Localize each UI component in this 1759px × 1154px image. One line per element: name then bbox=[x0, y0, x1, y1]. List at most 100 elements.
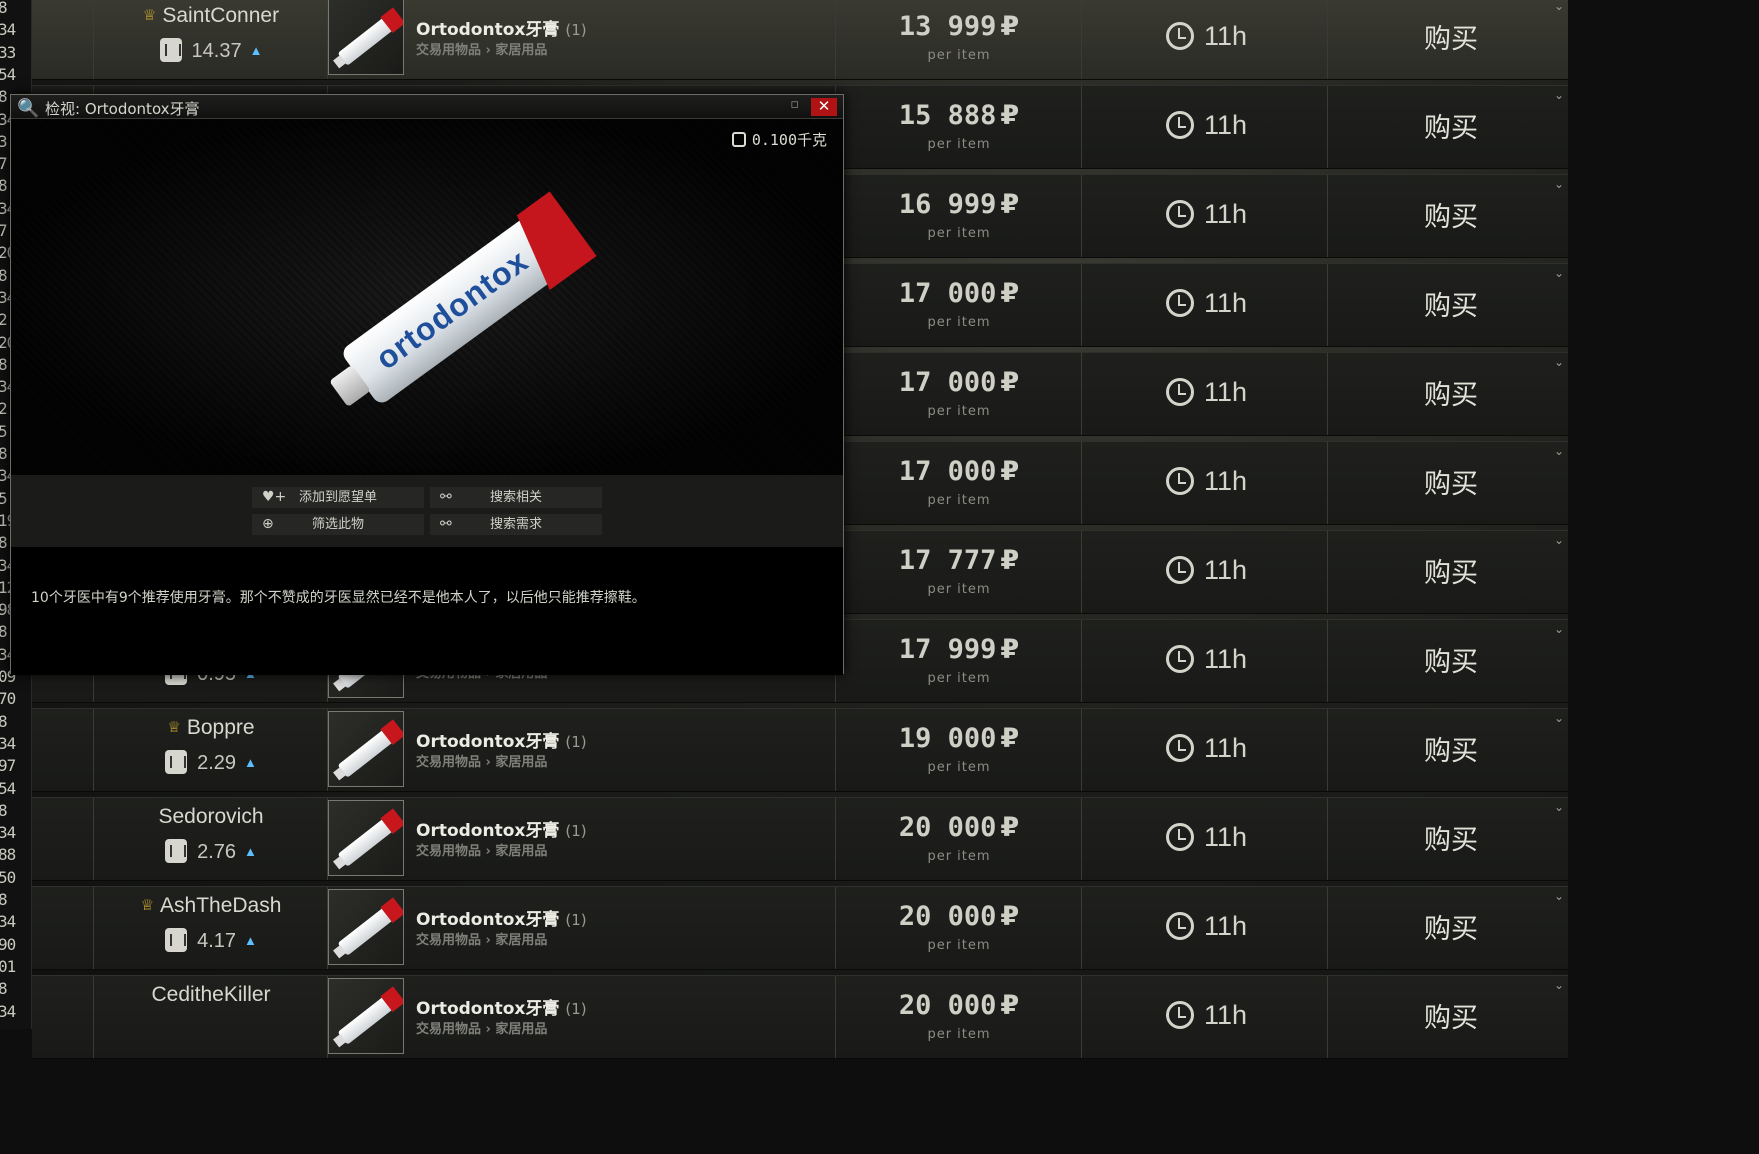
time-cell: 11h bbox=[1082, 531, 1328, 613]
item-preview[interactable]: 0.100千克 ortodontox bbox=[11, 119, 843, 475]
offer-row[interactable]: CeditheKiller Ortodontox牙膏 (1) 交易用物品 › 家居用品… bbox=[32, 975, 1568, 1059]
buy-cell[interactable]: 购买 ⌄ bbox=[1328, 531, 1568, 613]
close-button[interactable]: ✕ bbox=[811, 98, 837, 116]
per-item-label: per item bbox=[927, 582, 991, 597]
buy-button[interactable]: 购买 bbox=[1328, 818, 1574, 857]
item-name[interactable]: Ortodontox牙膏 (1) bbox=[416, 994, 587, 1019]
chevron-down-icon[interactable]: ⌄ bbox=[1554, 88, 1564, 102]
item-thumbnail[interactable] bbox=[328, 800, 404, 876]
buy-button[interactable]: 购买 bbox=[1328, 996, 1574, 1035]
chevron-down-icon[interactable]: ⌄ bbox=[1554, 177, 1564, 191]
buy-cell[interactable]: 购买 ⌄ bbox=[1328, 175, 1568, 257]
price: 20 000 ₽ bbox=[836, 990, 1082, 1021]
chevron-down-icon[interactable]: ⌄ bbox=[1554, 355, 1564, 369]
buy-cell[interactable]: 购买 ⌄ bbox=[1328, 887, 1568, 969]
buy-cell[interactable]: 购买 ⌄ bbox=[1328, 353, 1568, 435]
item-quantity: (1) bbox=[565, 21, 587, 39]
item-cell[interactable]: Ortodontox牙膏 (1) 交易用物品 › 家居用品 bbox=[328, 0, 836, 79]
seller-name[interactable]: ♕ Boppre bbox=[94, 716, 328, 740]
item-name[interactable]: Ortodontox牙膏 (1) bbox=[416, 816, 587, 841]
left-number: 8 bbox=[0, 800, 8, 820]
clock-icon bbox=[1166, 734, 1194, 762]
add-to-wishlist-button[interactable]: ♥+ 添加到愿望单 bbox=[252, 487, 424, 508]
seller-cell[interactable]: ♕ AshTheDash 4.17 ▲ bbox=[94, 887, 328, 969]
buy-button[interactable]: 购买 bbox=[1328, 373, 1574, 412]
item-name[interactable]: Ortodontox牙膏 (1) bbox=[416, 905, 587, 930]
clock-icon bbox=[1166, 378, 1194, 406]
search-required-button[interactable]: ⚯ 搜索需求 bbox=[430, 514, 602, 535]
buy-cell[interactable]: 购买 ⌄ bbox=[1328, 709, 1568, 791]
seller-name[interactable]: CeditheKiller bbox=[94, 983, 328, 1007]
inspect-title-bar[interactable]: 🔍 检视: Ortodontox牙膏 ▫ ✕ bbox=[11, 95, 843, 119]
buy-cell[interactable]: 购买 ⌄ bbox=[1328, 264, 1568, 346]
left-number: 54 bbox=[0, 64, 16, 84]
buy-cell[interactable]: 购买 ⌄ bbox=[1328, 0, 1568, 79]
buy-button[interactable]: 购买 bbox=[1328, 907, 1574, 946]
chevron-down-icon[interactable]: ⌄ bbox=[1554, 889, 1564, 903]
clock-icon bbox=[1166, 200, 1194, 228]
buy-button[interactable]: 购买 bbox=[1328, 462, 1574, 501]
row-spacer bbox=[32, 0, 94, 79]
seller-name[interactable]: ♕ AshTheDash bbox=[94, 894, 328, 918]
time-value: 11h bbox=[1204, 288, 1248, 318]
seller-name[interactable]: Sedorovich bbox=[94, 805, 328, 829]
item-name[interactable]: Ortodontox牙膏 (1) bbox=[416, 15, 587, 40]
weight-icon bbox=[731, 132, 746, 147]
item-cell[interactable]: Ortodontox牙膏 (1) 交易用物品 › 家居用品 bbox=[328, 976, 836, 1058]
item-thumbnail[interactable] bbox=[328, 711, 404, 787]
search-related-button[interactable]: ⚯ 搜索相关 bbox=[430, 487, 602, 508]
rating-value: 2.76 bbox=[197, 841, 237, 863]
item-cell[interactable]: Ortodontox牙膏 (1) 交易用物品 › 家居用品 bbox=[328, 887, 836, 969]
offer-row[interactable]: Sedorovich 2.76 ▲ Ortodontox牙膏 (1) 交易用物品 › 家居… bbox=[32, 797, 1568, 881]
item-name[interactable]: Ortodontox牙膏 (1) bbox=[416, 727, 587, 752]
buy-cell[interactable]: 购买 ⌄ bbox=[1328, 976, 1568, 1058]
minimize-button[interactable]: ▫ bbox=[790, 97, 799, 112]
filter-item-button[interactable]: ⊕ 筛选此物 bbox=[252, 514, 424, 535]
offer-row[interactable]: ♕ AshTheDash 4.17 ▲ Ortodontox牙膏 (1) 交易用物品 › 家… bbox=[32, 886, 1568, 970]
offer-row[interactable]: ♕ SaintConner 14.37 ▲ Ortodontox牙膏 (1) 交易用物品 ›… bbox=[32, 0, 1568, 80]
seller-cell[interactable]: ♕ Boppre 2.29 ▲ bbox=[94, 709, 328, 791]
magnifier-icon: 🔍 bbox=[17, 98, 40, 119]
chevron-down-icon[interactable]: ⌄ bbox=[1554, 622, 1564, 636]
item-thumbnail[interactable] bbox=[328, 889, 404, 965]
left-number: 33 bbox=[0, 42, 16, 62]
ruble-icon: ₽ bbox=[1000, 990, 1020, 1021]
chevron-down-icon[interactable]: ⌄ bbox=[1554, 266, 1564, 280]
buy-button[interactable]: 购买 bbox=[1328, 640, 1574, 679]
item-thumbnail[interactable] bbox=[328, 978, 404, 1054]
search-related-label: 搜索相关 bbox=[489, 490, 542, 505]
left-number: 8 bbox=[0, 533, 8, 553]
price-cell: 17 000 ₽ per item bbox=[836, 353, 1082, 435]
buy-button[interactable]: 购买 bbox=[1328, 106, 1574, 145]
chevron-down-icon[interactable]: ⌄ bbox=[1554, 800, 1564, 814]
buy-cell[interactable]: 购买 ⌄ bbox=[1328, 798, 1568, 880]
chevron-down-icon[interactable]: ⌄ bbox=[1554, 978, 1564, 992]
chevron-down-icon[interactable]: ⌄ bbox=[1554, 533, 1564, 547]
buy-button[interactable]: 购买 bbox=[1328, 551, 1574, 590]
buy-cell[interactable]: 购买 ⌄ bbox=[1328, 442, 1568, 524]
left-number: 8 bbox=[0, 711, 8, 731]
chevron-down-icon[interactable]: ⌄ bbox=[1554, 0, 1564, 13]
time-remaining: 11h bbox=[1166, 288, 1247, 319]
offer-row[interactable]: ♕ Boppre 2.29 ▲ Ortodontox牙膏 (1) 交易用物品 › 家居用品 1… bbox=[32, 708, 1568, 792]
buy-button[interactable]: 购买 bbox=[1328, 729, 1574, 768]
item-cell[interactable]: Ortodontox牙膏 (1) 交易用物品 › 家居用品 bbox=[328, 709, 836, 791]
seller-cell[interactable]: Sedorovich 2.76 ▲ bbox=[94, 798, 328, 880]
time-cell: 11h bbox=[1082, 353, 1328, 435]
seller-name[interactable]: ♕ SaintConner bbox=[94, 4, 328, 28]
buy-button[interactable]: 购买 bbox=[1328, 17, 1574, 56]
price: 20 000 ₽ bbox=[836, 812, 1082, 843]
left-number: 34 bbox=[0, 733, 16, 753]
buy-button[interactable]: 购买 bbox=[1328, 195, 1574, 234]
price: 13 999 ₽ bbox=[836, 11, 1082, 42]
buy-cell[interactable]: 购买 ⌄ bbox=[1328, 86, 1568, 168]
buy-cell[interactable]: 购买 ⌄ bbox=[1328, 620, 1568, 702]
buy-button[interactable]: 购买 bbox=[1328, 284, 1574, 323]
chevron-down-icon[interactable]: ⌄ bbox=[1554, 444, 1564, 458]
item-description: 10个牙医中有9个推荐使用牙膏。那个不赞成的牙医显然已经不是他本人了，以后他只能… bbox=[11, 547, 843, 675]
seller-cell[interactable]: CeditheKiller bbox=[94, 976, 328, 1058]
chevron-down-icon[interactable]: ⌄ bbox=[1554, 711, 1564, 725]
item-cell[interactable]: Ortodontox牙膏 (1) 交易用物品 › 家居用品 bbox=[328, 798, 836, 880]
item-thumbnail[interactable] bbox=[328, 0, 404, 75]
seller-cell[interactable]: ♕ SaintConner 14.37 ▲ bbox=[94, 0, 328, 79]
